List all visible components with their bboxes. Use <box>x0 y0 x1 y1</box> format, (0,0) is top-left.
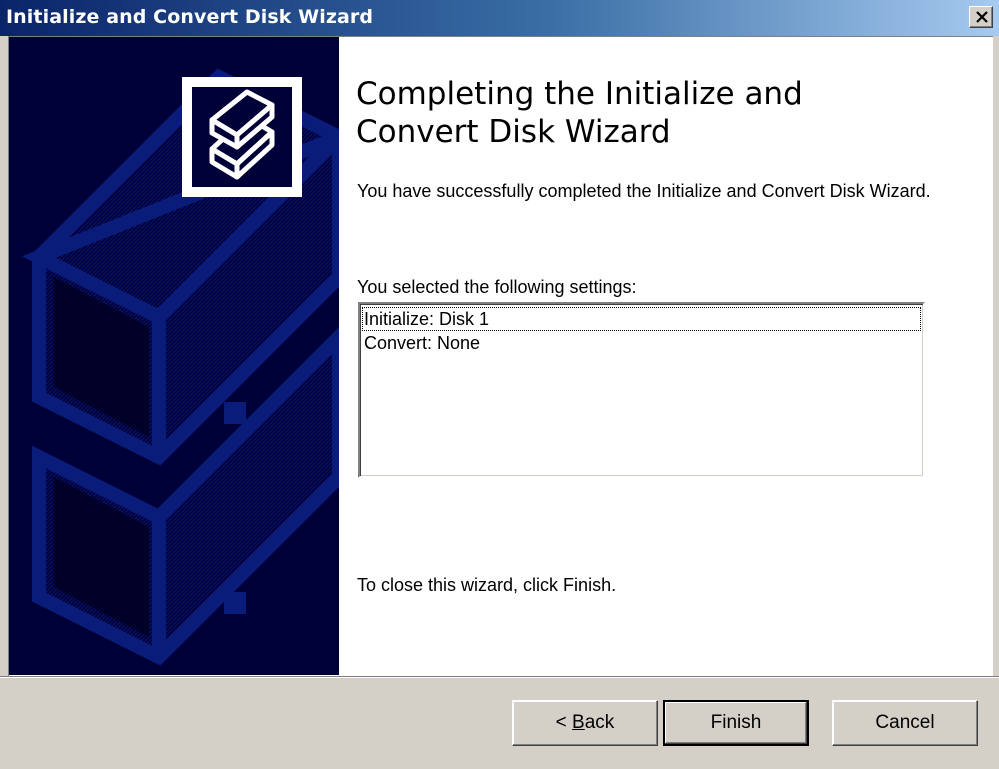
cancel-label: Cancel <box>875 712 935 733</box>
close-icon <box>976 11 988 23</box>
cancel-button[interactable]: Cancel <box>832 700 978 746</box>
wizard-body: Completing the Initialize and Convert Di… <box>8 36 993 676</box>
wizard-window: Initialize and Convert Disk Wizard Compl… <box>0 0 999 769</box>
window-title: Initialize and Convert Disk Wizard <box>6 6 374 28</box>
settings-listbox[interactable]: Initialize: Disk 1 Convert: None <box>358 302 925 478</box>
completion-description: You have successfully completed the Init… <box>357 181 931 201</box>
wizard-heading: Completing the Initialize and Convert Di… <box>356 76 803 150</box>
settings-label: You selected the following settings: <box>357 277 637 297</box>
disk-stack-icon <box>209 89 275 180</box>
disk-logo <box>182 77 302 197</box>
disk-logo-inner <box>192 87 292 187</box>
close-button[interactable] <box>969 6 993 28</box>
back-label: ack <box>584 712 615 733</box>
close-instructions: To close this wizard, click Finish. <box>357 575 617 595</box>
back-mnemonic: B <box>572 712 585 733</box>
finish-button[interactable]: Finish <box>663 700 809 746</box>
settings-item[interactable]: Convert: None <box>362 331 923 355</box>
button-separator <box>0 676 999 678</box>
wizard-banner <box>9 37 339 675</box>
title-bar[interactable]: Initialize and Convert Disk Wizard <box>0 0 999 36</box>
back-prefix: < <box>555 712 573 733</box>
back-button[interactable]: < Back <box>512 700 658 746</box>
finish-label: Finish <box>710 712 762 733</box>
settings-item[interactable]: Initialize: Disk 1 <box>362 307 921 331</box>
